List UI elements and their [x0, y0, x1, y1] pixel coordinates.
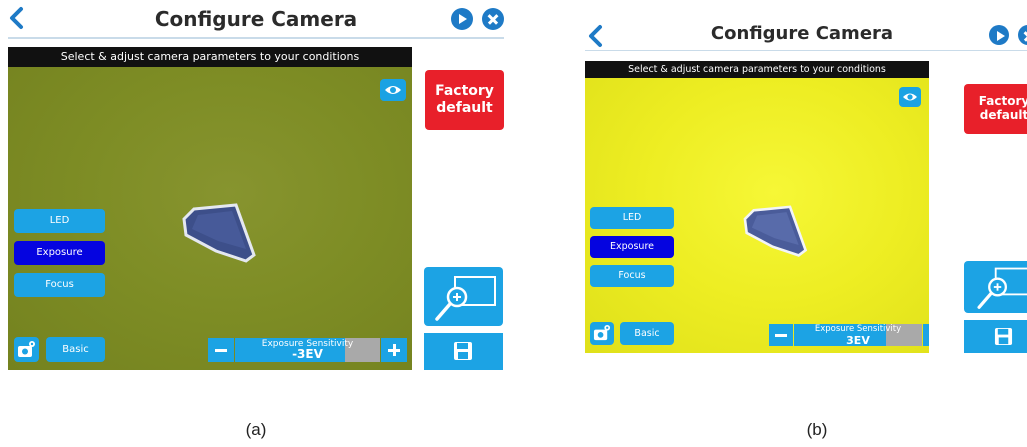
- next-icon[interactable]: [989, 25, 1009, 45]
- factory-default-line1: Factory: [978, 94, 1027, 108]
- header-divider: [8, 37, 504, 39]
- screenshot-panel-a: Configure Camera Select & adjust camera …: [0, 0, 512, 380]
- figure: Configure Camera Select & adjust camera …: [0, 0, 1027, 447]
- close-icon[interactable]: [482, 8, 504, 30]
- save-button[interactable]: [424, 333, 503, 370]
- camera-settings-button[interactable]: [14, 337, 39, 362]
- camera-settings-icon: [18, 341, 35, 357]
- preview-eye-button[interactable]: [380, 79, 406, 101]
- exposure-value: -3EV: [292, 347, 323, 361]
- save-icon: [454, 342, 472, 360]
- mode-exposure-button[interactable]: Exposure: [14, 241, 105, 265]
- plus-icon[interactable]: [923, 324, 929, 346]
- screenshot-panel-b: Configure Camera Select & adjust camera …: [575, 0, 1027, 380]
- eye-icon: [903, 93, 917, 101]
- instruction-banner: Select & adjust camera parameters to you…: [8, 47, 412, 67]
- factory-default-line2: default: [979, 108, 1027, 122]
- eye-icon: [385, 86, 401, 94]
- minus-icon[interactable]: [769, 324, 793, 346]
- mode-focus-button[interactable]: Focus: [14, 273, 105, 297]
- zoom-in-icon: [977, 267, 1027, 309]
- exposure-track[interactable]: Exposure Sensitivity -3EV: [235, 338, 380, 362]
- camera-settings-button[interactable]: [590, 322, 614, 345]
- next-icon[interactable]: [451, 8, 473, 30]
- factory-default-button[interactable]: Factory default: [425, 70, 504, 130]
- header-divider: [585, 50, 1027, 51]
- basic-button[interactable]: Basic: [620, 322, 674, 345]
- factory-default-button[interactable]: Factory default: [964, 84, 1027, 134]
- caption-b: (b): [806, 420, 828, 439]
- zoom-in-icon: [435, 276, 496, 321]
- factory-default-line1: Factory: [435, 83, 494, 99]
- exposure-value: 3EV: [846, 334, 870, 346]
- save-icon: [994, 327, 1013, 346]
- mode-led-button[interactable]: LED: [14, 209, 105, 233]
- save-button[interactable]: [964, 320, 1027, 353]
- exposure-slider[interactable]: Exposure Sensitivity 3EV: [769, 324, 929, 346]
- captured-object: [743, 205, 808, 257]
- mode-led-button[interactable]: LED: [590, 207, 674, 229]
- close-icon[interactable]: [1018, 25, 1027, 45]
- exposure-slider[interactable]: Exposure Sensitivity -3EV: [208, 338, 407, 362]
- zoom-button[interactable]: [964, 261, 1027, 313]
- mode-focus-button[interactable]: Focus: [590, 265, 674, 287]
- basic-button[interactable]: Basic: [46, 337, 105, 362]
- camera-feed[interactable]: Select & adjust camera parameters to you…: [585, 61, 929, 353]
- exposure-label: Exposure Sensitivity: [814, 324, 902, 334]
- zoom-button[interactable]: [424, 267, 503, 326]
- page-title: Configure Camera: [154, 7, 358, 31]
- captured-object: [182, 203, 256, 263]
- plus-icon[interactable]: [381, 338, 407, 362]
- exposure-track[interactable]: Exposure Sensitivity 3EV: [794, 324, 922, 346]
- camera-settings-icon: [593, 324, 611, 341]
- page-title: Configure Camera: [710, 23, 894, 44]
- minus-icon[interactable]: [208, 338, 234, 362]
- factory-default-line2: default: [436, 100, 493, 116]
- mode-exposure-button[interactable]: Exposure: [590, 236, 674, 258]
- preview-eye-button[interactable]: [899, 87, 921, 107]
- instruction-banner: Select & adjust camera parameters to you…: [585, 61, 929, 78]
- camera-feed[interactable]: Select & adjust camera parameters to you…: [8, 47, 412, 370]
- caption-a: (a): [245, 420, 267, 439]
